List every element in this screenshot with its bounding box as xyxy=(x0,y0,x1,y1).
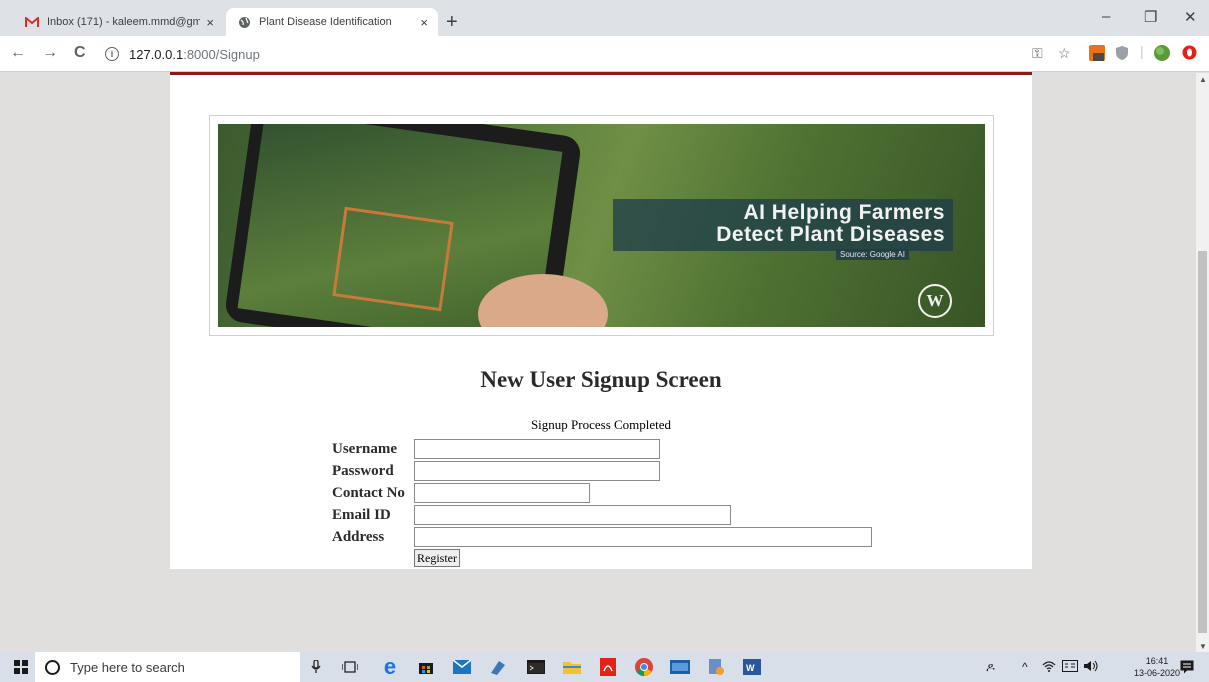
tab-plant-disease[interactable]: Plant Disease Identification × xyxy=(226,8,438,36)
back-button[interactable]: ← xyxy=(10,45,26,61)
address-bar[interactable]: i 127.0.0.1 :8000/Signup xyxy=(105,42,1105,66)
language-icon[interactable] xyxy=(1062,660,1078,675)
scroll-up-icon[interactable]: ▲ xyxy=(1199,75,1207,84)
search-placeholder: Type here to search xyxy=(70,659,185,675)
register-button[interactable]: Register xyxy=(414,549,460,567)
tab-strip: Inbox (171) - kaleem.mmd@gma × Plant Dis… xyxy=(0,0,1209,36)
tab-gmail[interactable]: Inbox (171) - kaleem.mmd@gma × xyxy=(14,8,224,36)
page-title: New User Signup Screen xyxy=(480,367,722,392)
banner-title: AI Helping Farmers Detect Plant Diseases xyxy=(613,199,953,251)
page-content: AI Helping Farmers Detect Plant Diseases… xyxy=(170,75,1032,569)
page-scrollbar[interactable]: ▲ ▼ xyxy=(1196,73,1209,653)
banner-source: Source: Google AI xyxy=(836,249,909,260)
scan-frame-graphic xyxy=(332,206,454,312)
address-label: Address xyxy=(332,529,385,545)
star-icon[interactable]: ☆ xyxy=(1058,45,1071,61)
username-label: Username xyxy=(332,441,397,457)
banner-frame: AI Helping Farmers Detect Plant Diseases… xyxy=(209,115,994,336)
info-icon[interactable]: i xyxy=(105,47,119,61)
reload-button[interactable]: C xyxy=(74,45,86,61)
brand-logo-icon: W xyxy=(918,284,952,318)
windows-start-icon[interactable] xyxy=(14,660,28,674)
tab-title: Plant Disease Identification xyxy=(259,16,392,28)
snip-icon[interactable] xyxy=(488,657,508,677)
address-input[interactable] xyxy=(414,527,872,547)
windows-taskbar: Type here to search e W ዶ ^ 16:41 13-06-… xyxy=(0,652,1209,682)
word-icon[interactable]: W xyxy=(742,657,762,677)
maximize-button[interactable]: ❐ xyxy=(1144,8,1157,26)
extension-leaf-icon[interactable] xyxy=(1153,44,1171,65)
file-explorer-icon[interactable] xyxy=(562,657,582,677)
task-view-icon[interactable] xyxy=(340,657,360,677)
forward-button[interactable]: → xyxy=(42,45,58,61)
extension-off-icon[interactable] xyxy=(1088,44,1106,65)
scroll-thumb[interactable] xyxy=(1198,251,1207,633)
pdf-icon[interactable] xyxy=(598,657,618,677)
terminal-icon[interactable] xyxy=(526,657,546,677)
url-path: :8000/Signup xyxy=(183,46,260,62)
store-icon[interactable] xyxy=(416,657,436,677)
email-input[interactable] xyxy=(414,505,731,525)
scroll-down-icon[interactable]: ▼ xyxy=(1199,642,1207,651)
close-window-button[interactable]: ✕ xyxy=(1184,8,1197,26)
minimize-button[interactable]: – xyxy=(1102,8,1110,25)
banner-title-line2: Detect Plant Diseases xyxy=(716,223,945,246)
banner-image: AI Helping Farmers Detect Plant Diseases… xyxy=(218,124,985,327)
new-tab-button[interactable]: + xyxy=(446,12,458,32)
edge-icon[interactable]: e xyxy=(380,654,400,679)
key-icon[interactable]: ⚿ xyxy=(1032,45,1043,61)
svg-text:W: W xyxy=(746,663,755,673)
toolbar-divider: | xyxy=(1140,43,1144,59)
tab-title: Inbox (171) - kaleem.mmd@gma xyxy=(47,16,201,28)
opera-icon[interactable] xyxy=(1182,45,1197,63)
clock-time: 16:41 xyxy=(1145,656,1169,666)
chrome-icon[interactable] xyxy=(634,657,654,677)
close-icon[interactable]: × xyxy=(420,15,428,30)
volume-icon[interactable] xyxy=(1084,660,1100,675)
password-input[interactable] xyxy=(414,461,660,481)
clock-date: 13-06-2020 xyxy=(1134,668,1181,678)
email-label: Email ID xyxy=(332,507,391,523)
close-icon[interactable]: × xyxy=(206,15,214,30)
username-input[interactable] xyxy=(414,439,660,459)
shield-icon[interactable] xyxy=(1116,46,1128,63)
remote-desktop-icon[interactable] xyxy=(670,657,690,677)
browser-toolbar: ← → C i 127.0.0.1 :8000/Signup ⚿ ☆ | xyxy=(0,36,1209,72)
people-icon[interactable]: ዶ xyxy=(986,660,995,675)
paint-icon[interactable] xyxy=(706,657,726,677)
cortana-icon xyxy=(45,659,60,675)
microphone-icon[interactable] xyxy=(306,657,326,677)
taskbar-search[interactable]: Type here to search xyxy=(35,652,300,682)
tray-expand-icon[interactable]: ^ xyxy=(1022,660,1028,674)
gmail-icon xyxy=(24,14,40,30)
wifi-icon[interactable] xyxy=(1042,660,1056,675)
taskbar-clock[interactable]: 16:41 13-06-2020 xyxy=(1134,655,1180,679)
notification-icon[interactable] xyxy=(1180,660,1194,677)
contact-input[interactable] xyxy=(414,483,590,503)
contact-label: Contact No xyxy=(332,485,405,501)
mail-icon[interactable] xyxy=(452,657,472,677)
password-label: Password xyxy=(332,463,394,479)
banner-title-line1: AI Helping Farmers xyxy=(743,201,945,224)
status-message: Signup Process Completed xyxy=(530,417,672,432)
globe-icon xyxy=(236,14,252,30)
url-host: 127.0.0.1 xyxy=(129,46,184,62)
